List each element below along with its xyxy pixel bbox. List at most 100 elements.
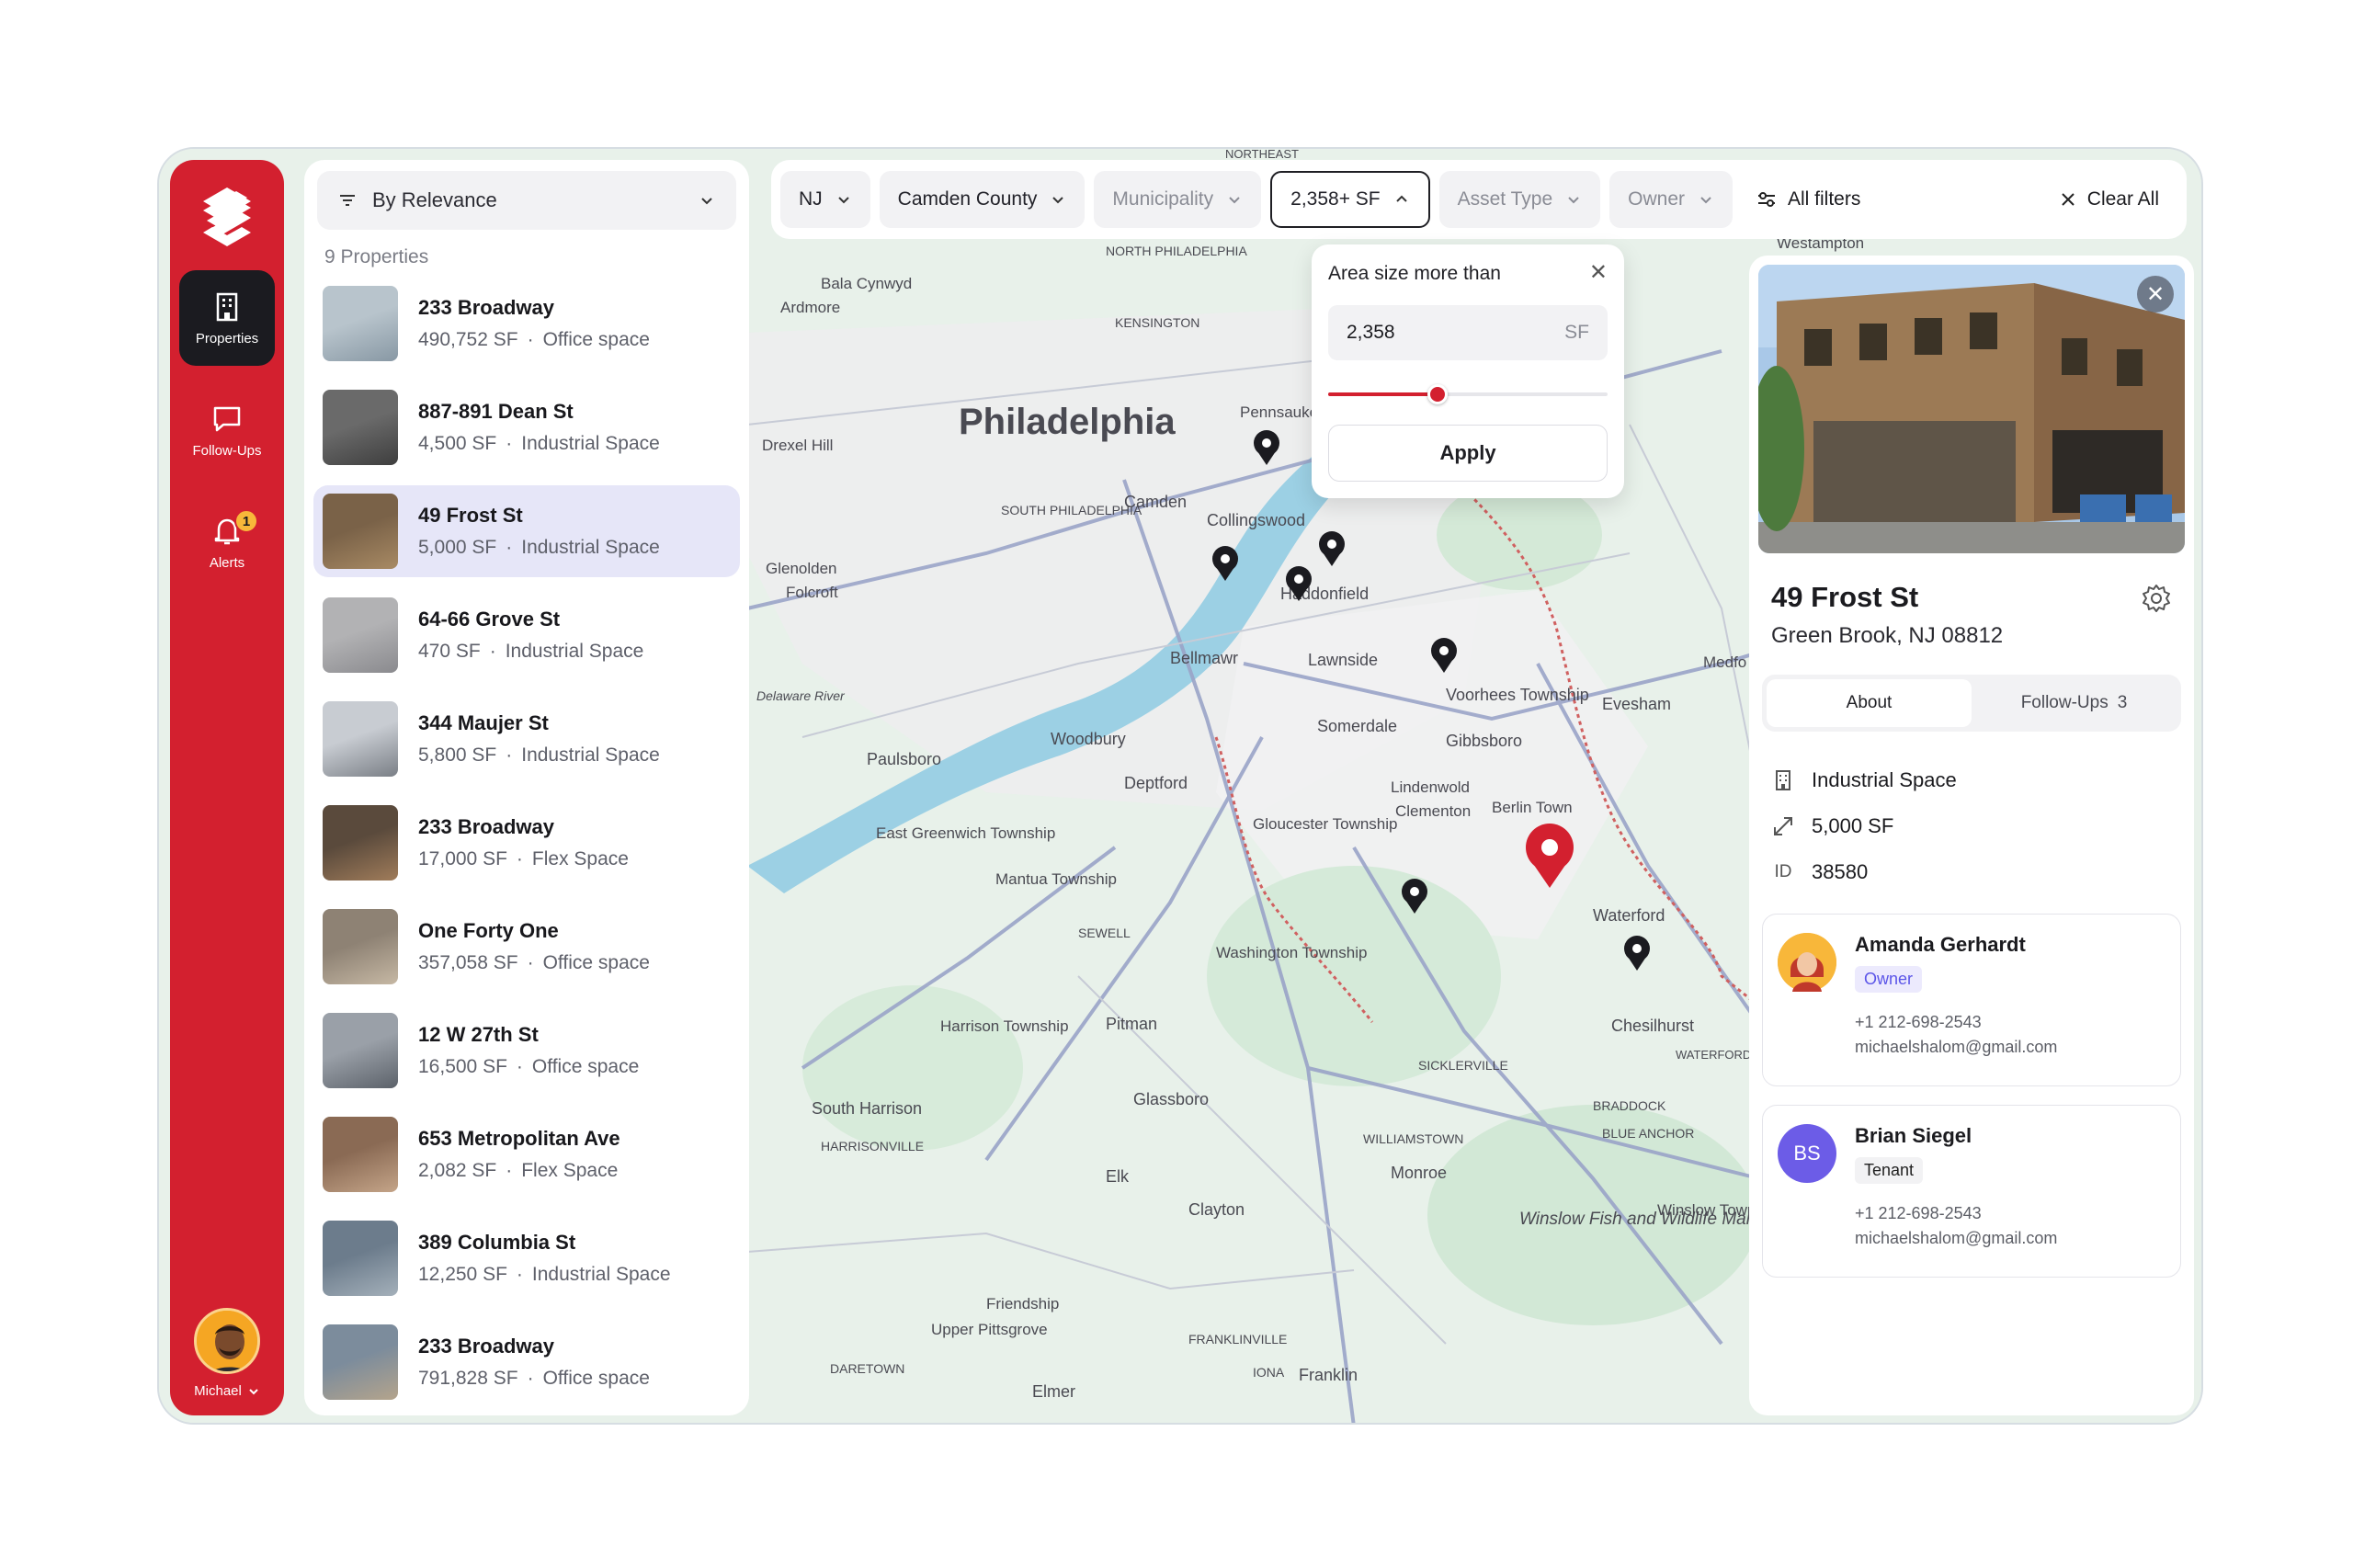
expand-icon xyxy=(1774,817,1792,835)
contact-name: Brian Siegel xyxy=(1855,1124,1972,1147)
property-list-item[interactable]: 49 Frost St 5,000 SF · Industrial Space xyxy=(313,485,740,577)
property-name: 233 Broadway xyxy=(418,296,554,319)
property-name: 389 Columbia St xyxy=(418,1231,576,1254)
contact-phone[interactable]: +1 212-698-2543 xyxy=(1855,1013,2057,1032)
area-slider[interactable] xyxy=(1328,384,1608,404)
map-label-waterford: Waterford xyxy=(1593,906,1665,925)
map-label-bellmawr: Bellmawr xyxy=(1170,649,1238,667)
map-label-mantua: Mantua Township xyxy=(995,870,1117,888)
filter-municipality[interactable]: Municipality xyxy=(1094,171,1262,228)
chevron-down-icon xyxy=(1052,197,1064,204)
meta-separator: · xyxy=(506,744,513,766)
role-badge: Owner xyxy=(1855,966,1923,993)
nav-follow-ups-label: Follow-Ups xyxy=(192,442,262,459)
nav-properties[interactable]: Properties xyxy=(179,270,275,366)
map-label-friendship: Friendship xyxy=(986,1295,1059,1312)
filter-area[interactable]: 2,358+ SF xyxy=(1270,171,1430,228)
map-label-upper-pittsgrove: Upper Pittsgrove xyxy=(931,1321,1048,1338)
contact-card[interactable]: Amanda Gerhardt Owner +1 212-698-2543 mi… xyxy=(1762,914,2181,1086)
brand-logo[interactable] xyxy=(194,184,260,250)
map-label-williamstown: WILLIAMSTOWN xyxy=(1363,1131,1463,1146)
nav-alerts[interactable]: 1 Alerts xyxy=(179,494,275,590)
contact-email[interactable]: michaelshalom@gmail.com xyxy=(1855,1038,2057,1057)
map-label-monroe: Monroe xyxy=(1391,1164,1447,1182)
apply-button[interactable]: Apply xyxy=(1328,425,1608,482)
filter-owner[interactable]: Owner xyxy=(1609,171,1733,228)
property-meta: 791,828 SF · Office space xyxy=(418,1368,650,1390)
property-list-item[interactable]: 233 Broadway 490,752 SF · Office space xyxy=(313,278,740,369)
fact-size-value: 5,000 SF xyxy=(1812,814,1894,837)
tab-about[interactable]: About xyxy=(1767,679,1972,727)
fact-type: Industrial Space xyxy=(1771,757,2172,803)
property-type: Office space xyxy=(542,952,650,973)
gear-icon[interactable] xyxy=(2141,583,2172,614)
property-list-item[interactable]: 233 Broadway 791,828 SF · Office space xyxy=(313,1316,740,1408)
property-list-item[interactable]: One Forty One 357,058 SF · Office space xyxy=(313,901,740,993)
avatar-initials: BS xyxy=(1778,1124,1836,1183)
property-facts: Industrial Space 5,000 SF ID 38580 xyxy=(1771,757,2172,895)
property-type: Office space xyxy=(542,1368,650,1389)
property-size: 490,752 SF xyxy=(418,329,518,350)
property-list-item[interactable]: 233 Broadway 17,000 SF · Flex Space xyxy=(313,797,740,889)
property-list-item[interactable]: 653 Metropolitan Ave 2,082 SF · Flex Space xyxy=(313,1108,740,1200)
filter-asset-type[interactable]: Asset Type xyxy=(1438,171,1601,228)
sliders-icon xyxy=(1758,192,1775,207)
area-input[interactable]: 2,358 SF xyxy=(1328,305,1608,360)
property-list-item[interactable]: 64-66 Grove St 470 SF · Industrial Space xyxy=(313,589,740,681)
property-size: 2,082 SF xyxy=(418,1160,497,1181)
map-label-franklinville: FRANKLINVILLE xyxy=(1188,1332,1287,1346)
property-name: 49 Frost St xyxy=(418,504,523,527)
property-list: 233 Broadway 490,752 SF · Office space 887-8… xyxy=(304,278,749,1408)
map-label-south-philadelphia: SOUTH PHILADELPHIA xyxy=(1001,503,1142,517)
contact-card[interactable]: BS Brian Siegel Tenant +1 212-698-2543 m… xyxy=(1762,1105,2181,1278)
user-menu[interactable]: Michael xyxy=(194,1308,260,1399)
avatar[interactable] xyxy=(194,1308,260,1374)
property-list-item[interactable]: 887-891 Dean St 4,500 SF · Industrial Space xyxy=(313,381,740,473)
property-thumbnail xyxy=(323,390,398,465)
area-popover-title: Area size more than xyxy=(1328,263,1501,284)
map-label-glassboro: Glassboro xyxy=(1133,1090,1209,1108)
map-label-gloucester: Gloucester Township xyxy=(1253,815,1398,833)
map-label-braddock: BRADDOCK xyxy=(1593,1098,1666,1113)
close-icon[interactable]: ✕ xyxy=(1589,259,1608,286)
filter-county-label: Camden County xyxy=(897,188,1038,210)
property-type: Industrial Space xyxy=(521,433,660,454)
meta-separator: · xyxy=(506,433,513,454)
property-photo: ✕ xyxy=(1758,265,2185,553)
map-label-daretown: DARETOWN xyxy=(830,1361,904,1376)
property-list-item[interactable]: 12 W 27th St 16,500 SF · Office space xyxy=(313,1005,740,1096)
property-type: Industrial Space xyxy=(521,744,660,766)
clear-all-button[interactable]: Clear All xyxy=(2060,188,2177,210)
map-label-deptford: Deptford xyxy=(1124,774,1188,792)
area-slider-handle[interactable] xyxy=(1427,384,1448,404)
fact-id-value: 38580 xyxy=(1812,860,1869,883)
property-size: 12,250 SF xyxy=(418,1264,507,1285)
property-thumbnail xyxy=(323,805,398,881)
property-name: One Forty One xyxy=(418,919,559,942)
close-icon xyxy=(2062,193,2075,206)
filter-county[interactable]: Camden County xyxy=(879,171,1086,228)
close-icon[interactable]: ✕ xyxy=(2137,276,2174,312)
property-meta: 2,082 SF · Flex Space xyxy=(418,1160,620,1182)
role-badge: Tenant xyxy=(1855,1157,1924,1184)
fact-size: 5,000 SF xyxy=(1771,803,2172,849)
property-list-item[interactable]: 389 Columbia St 12,250 SF · Industrial Spac… xyxy=(313,1212,740,1304)
property-thumbnail xyxy=(323,1013,398,1088)
map-label-evesham: Evesham xyxy=(1602,695,1671,713)
map-label-clayton: Clayton xyxy=(1188,1200,1245,1219)
property-meta: 5,800 SF · Industrial Space xyxy=(418,744,660,767)
fact-type-value: Industrial Space xyxy=(1812,768,1957,791)
filter-state[interactable]: NJ xyxy=(780,171,870,228)
area-input-unit: SF xyxy=(1564,322,1589,343)
property-thumbnail xyxy=(323,1221,398,1296)
property-list-item[interactable]: 344 Maujer St 5,800 SF · Industrial Space xyxy=(313,693,740,785)
contact-phone[interactable]: +1 212-698-2543 xyxy=(1855,1204,2057,1223)
contact-email[interactable]: michaelshalom@gmail.com xyxy=(1855,1229,2057,1248)
tab-follow-ups[interactable]: Follow-Ups 3 xyxy=(1972,679,2177,727)
all-filters-button[interactable]: All filters xyxy=(1756,188,1860,210)
property-thumbnail xyxy=(323,494,398,569)
nav-follow-ups[interactable]: Follow-Ups xyxy=(179,382,275,478)
map-label-voorhees: Voorhees Township xyxy=(1446,686,1589,704)
sort-select[interactable]: By Relevance xyxy=(317,171,736,230)
meta-separator: · xyxy=(516,1056,523,1077)
